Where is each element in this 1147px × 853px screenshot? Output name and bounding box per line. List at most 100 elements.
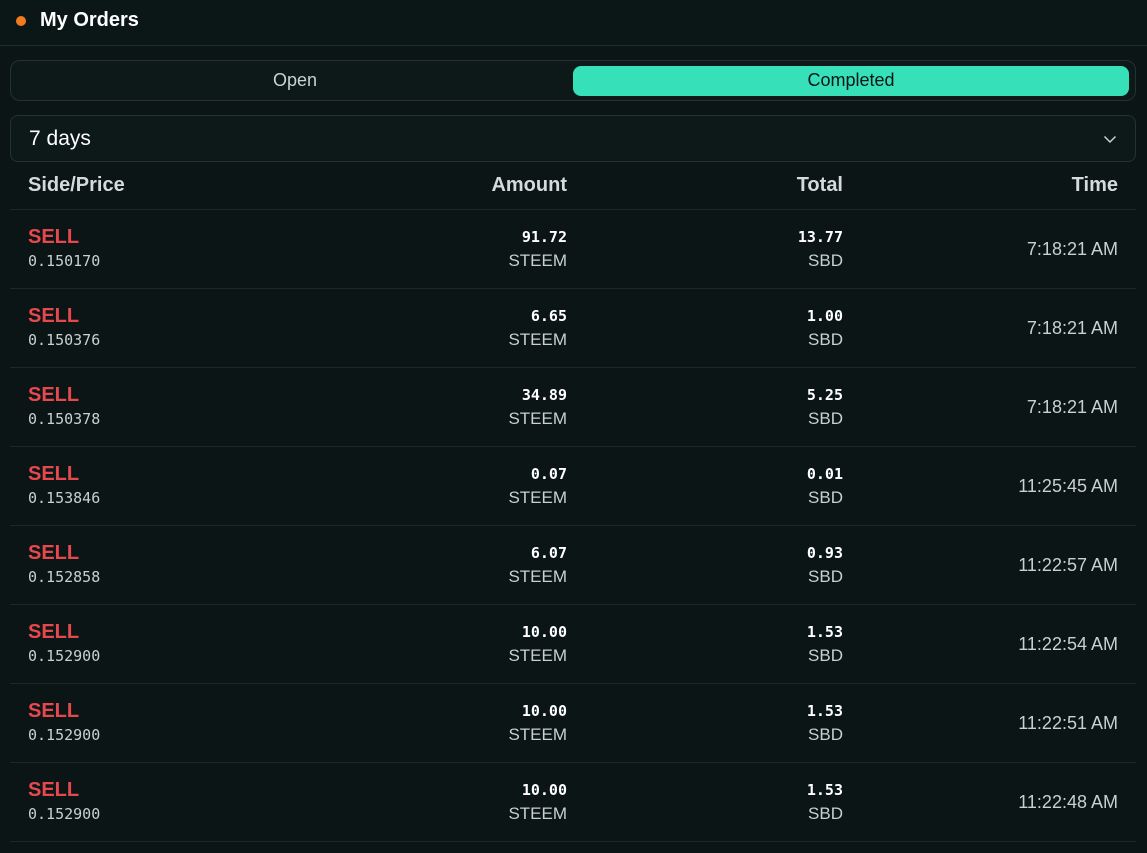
amount-unit: STEEM: [508, 330, 567, 349]
order-amount: 0.07: [530, 465, 567, 483]
side-price-cell: SELL 0.150378: [10, 383, 270, 431]
order-total: 1.00: [806, 307, 843, 325]
order-price: 0.150378: [28, 410, 101, 428]
order-amount: 10.00: [521, 781, 567, 799]
order-total: 1.53: [806, 623, 843, 641]
tab-completed[interactable]: Completed: [573, 65, 1129, 96]
order-side: SELL: [28, 542, 80, 564]
total-unit: SBD: [808, 330, 843, 349]
order-price: 0.153846: [28, 489, 101, 507]
side-price-cell: SELL 0.152900: [10, 778, 270, 826]
column-header-time: Time: [1071, 174, 1118, 196]
total-unit: SBD: [808, 567, 843, 586]
total-unit: SBD: [808, 646, 843, 665]
tab-open[interactable]: Open: [17, 66, 573, 96]
total-cell: 1.53 SBD: [567, 699, 843, 747]
side-price-cell: SELL 0.150170: [10, 225, 270, 273]
amount-cell: 10.00 STEEM: [270, 699, 567, 747]
table-row[interactable]: SELL 0.152900 10.00 STEEM 1.53 SBD 11:22:48 AM: [10, 763, 1136, 842]
order-total: 5.25: [806, 386, 843, 404]
amount-cell: 6.07 STEEM: [270, 541, 567, 589]
table-row[interactable]: SELL 0.152900 10.00 STEEM 1.53 SBD 11:22:54 AM: [10, 605, 1136, 684]
side-price-cell: SELL 0.152858: [10, 541, 270, 589]
page-title: My Orders: [40, 9, 139, 31]
order-amount: 34.89: [521, 386, 567, 404]
order-time: 7:18:21 AM: [1026, 317, 1118, 338]
order-side: SELL: [28, 779, 80, 801]
table-row[interactable]: SELL 0.153846 0.07 STEEM 0.01 SBD 11:25:45 AM: [10, 447, 1136, 526]
order-amount: 91.72: [521, 228, 567, 246]
amount-unit: STEEM: [508, 409, 567, 428]
total-unit: SBD: [808, 251, 843, 270]
table-row[interactable]: SELL 0.150378 34.89 STEEM 5.25 SBD 7:18:21 AM: [10, 368, 1136, 447]
order-price: 0.150376: [28, 331, 101, 349]
amount-unit: STEEM: [508, 251, 567, 270]
order-total: 0.01: [806, 465, 843, 483]
orders-header: My Orders: [0, 0, 1147, 46]
order-side: SELL: [28, 384, 80, 406]
order-price: 0.152900: [28, 805, 101, 823]
period-select[interactable]: 7 days: [10, 115, 1136, 162]
status-dot: [16, 15, 26, 26]
order-amount: 6.65: [530, 307, 567, 325]
column-header-side-price: Side/Price: [28, 174, 125, 196]
amount-unit: STEEM: [508, 804, 567, 823]
order-time: 11:22:57 AM: [1018, 554, 1118, 575]
order-total: 1.53: [806, 702, 843, 720]
order-tabs: Open Completed: [10, 60, 1136, 101]
total-cell: 5.25 SBD: [567, 383, 843, 431]
total-unit: SBD: [808, 804, 843, 823]
order-amount: 10.00: [521, 623, 567, 641]
amount-unit: STEEM: [508, 567, 567, 586]
order-total: 13.77: [797, 228, 843, 246]
column-header-total: Total: [796, 174, 843, 196]
amount-cell: 10.00 STEEM: [270, 778, 567, 826]
total-cell: 0.93 SBD: [567, 541, 843, 589]
table-row[interactable]: SELL 0.152858 6.07 STEEM 0.93 SBD 11:22:57 AM: [10, 526, 1136, 605]
amount-unit: STEEM: [508, 488, 567, 507]
amount-cell: 10.00 STEEM: [270, 620, 567, 668]
order-total: 1.53: [806, 781, 843, 799]
amount-unit: STEEM: [508, 646, 567, 665]
chevron-down-icon: [1103, 135, 1117, 143]
order-time: 7:18:21 AM: [1026, 238, 1118, 259]
total-cell: 13.77 SBD: [567, 225, 843, 273]
order-price: 0.152900: [28, 726, 101, 744]
order-time: 11:25:45 AM: [1018, 475, 1118, 496]
table-row[interactable]: SELL 0.152900 10.00 STEEM 1.53 SBD 11:22:51 AM: [10, 684, 1136, 763]
table-body: SELL 0.150170 91.72 STEEM 13.77 SBD 7:18:21 AM…: [10, 210, 1136, 842]
order-amount: 6.07: [530, 544, 567, 562]
total-unit: SBD: [808, 725, 843, 744]
amount-cell: 0.07 STEEM: [270, 462, 567, 510]
order-time: 11:22:48 AM: [1018, 791, 1118, 812]
side-price-cell: SELL 0.150376: [10, 304, 270, 352]
order-total: 0.93: [806, 544, 843, 562]
order-price: 0.152858: [28, 568, 101, 586]
table-header: Side/Price Amount Total Time: [10, 162, 1136, 210]
order-amount: 10.00: [521, 702, 567, 720]
order-side: SELL: [28, 226, 80, 248]
order-side: SELL: [28, 700, 80, 722]
amount-unit: STEEM: [508, 725, 567, 744]
total-cell: 1.53 SBD: [567, 620, 843, 668]
period-select-value: 7 days: [29, 126, 91, 150]
order-price: 0.150170: [28, 252, 101, 270]
order-side: SELL: [28, 621, 80, 643]
amount-cell: 34.89 STEEM: [270, 383, 567, 431]
order-side: SELL: [28, 305, 80, 327]
amount-cell: 6.65 STEEM: [270, 304, 567, 352]
side-price-cell: SELL 0.152900: [10, 620, 270, 668]
order-time: 7:18:21 AM: [1026, 396, 1118, 417]
total-cell: 1.00 SBD: [567, 304, 843, 352]
side-price-cell: SELL 0.153846: [10, 462, 270, 510]
amount-cell: 91.72 STEEM: [270, 225, 567, 273]
side-price-cell: SELL 0.152900: [10, 699, 270, 747]
column-header-amount: Amount: [491, 174, 567, 196]
order-time: 11:22:54 AM: [1018, 633, 1118, 654]
order-price: 0.152900: [28, 647, 101, 665]
table-row[interactable]: SELL 0.150170 91.72 STEEM 13.77 SBD 7:18:21 AM: [10, 210, 1136, 289]
total-unit: SBD: [808, 409, 843, 428]
total-unit: SBD: [808, 488, 843, 507]
table-row[interactable]: SELL 0.150376 6.65 STEEM 1.00 SBD 7:18:21 AM: [10, 289, 1136, 368]
total-cell: 1.53 SBD: [567, 778, 843, 826]
